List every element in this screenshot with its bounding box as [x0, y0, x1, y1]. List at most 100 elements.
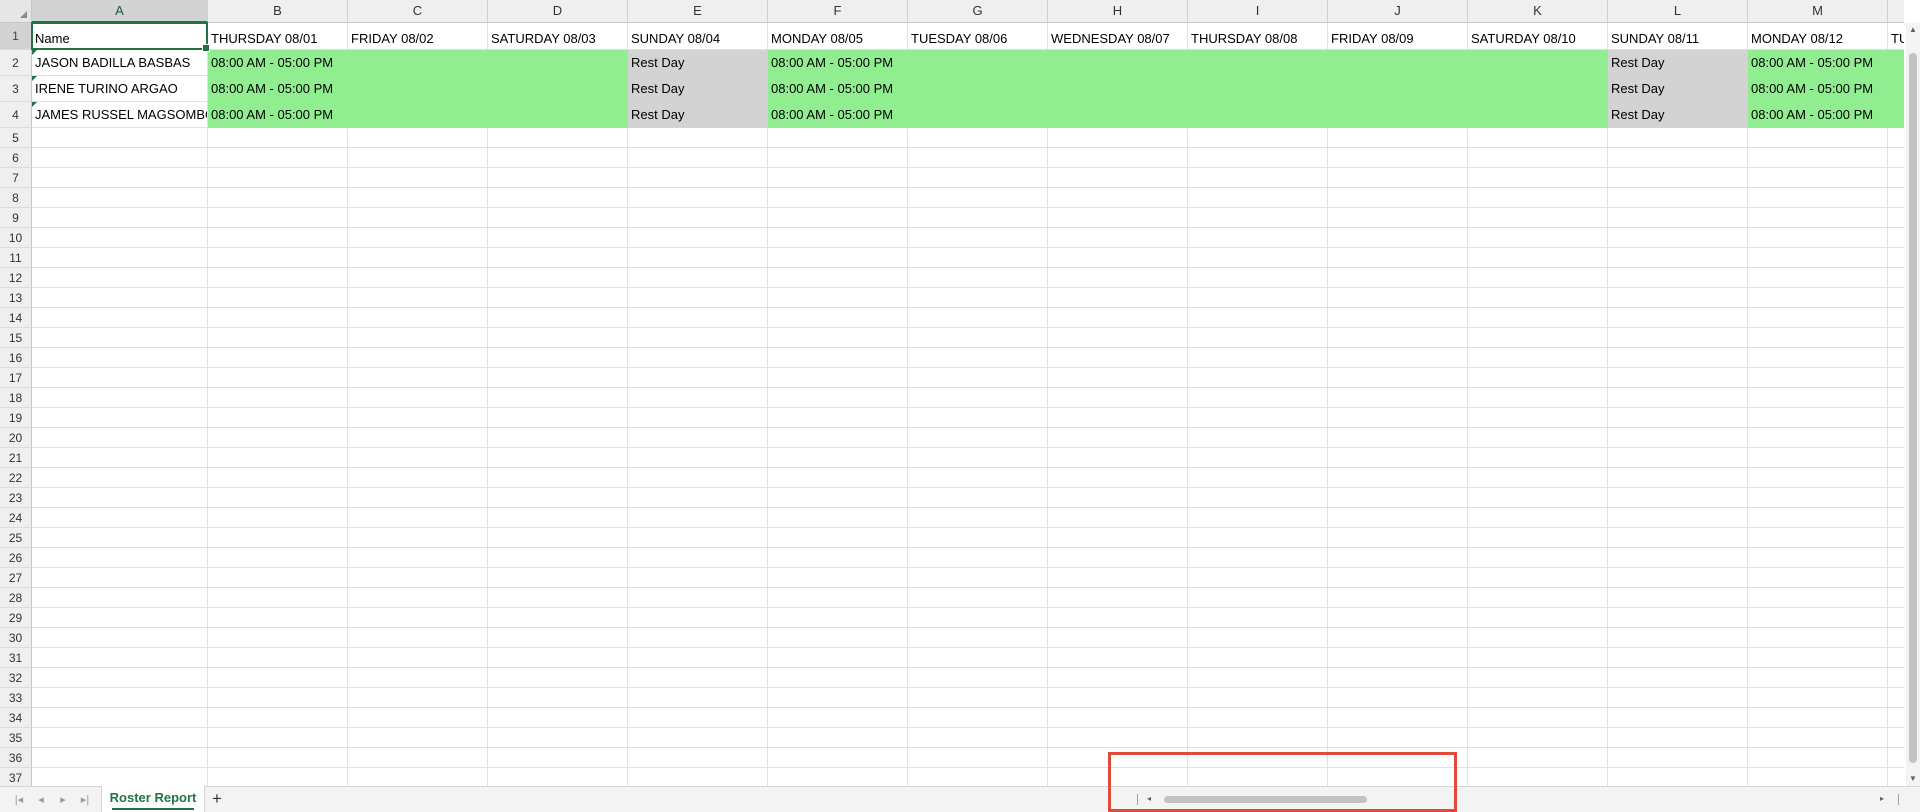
shift-cell[interactable]: 08:00 AM - 05:00 PM [768, 76, 908, 102]
empty-cell[interactable] [488, 368, 628, 388]
empty-cell[interactable] [1188, 528, 1328, 548]
shift-cell[interactable] [1468, 102, 1608, 128]
shift-cell[interactable]: 08:00 AM - 05:00 PM [1748, 50, 1888, 76]
row-header-9[interactable]: 9 [0, 208, 32, 228]
empty-cell[interactable] [1188, 728, 1328, 748]
empty-cell[interactable] [1608, 148, 1748, 168]
empty-cell[interactable] [1468, 668, 1608, 688]
empty-cell[interactable] [208, 368, 348, 388]
scroll-right-icon[interactable]: ▸ [1880, 792, 1884, 806]
empty-cell[interactable] [1608, 208, 1748, 228]
header-day-cell[interactable]: MONDAY 08/12 [1748, 23, 1888, 50]
empty-cell[interactable] [1328, 648, 1468, 668]
empty-cell[interactable] [32, 448, 208, 468]
empty-cell[interactable] [1888, 328, 1904, 348]
empty-cell[interactable] [768, 528, 908, 548]
empty-cell[interactable] [908, 148, 1048, 168]
empty-cell[interactable] [488, 468, 628, 488]
shift-cell[interactable] [1328, 50, 1468, 76]
empty-cell[interactable] [1328, 248, 1468, 268]
scroll-down-icon[interactable]: ▼ [1906, 772, 1920, 786]
empty-cell[interactable] [1888, 608, 1904, 628]
empty-cell[interactable] [1748, 448, 1888, 468]
empty-cell[interactable] [628, 588, 768, 608]
empty-cell[interactable] [1188, 128, 1328, 148]
empty-cell[interactable] [32, 288, 208, 308]
empty-cell[interactable] [208, 308, 348, 328]
empty-cell[interactable] [908, 288, 1048, 308]
empty-cell[interactable] [32, 708, 208, 728]
empty-cell[interactable] [32, 408, 208, 428]
empty-cell[interactable] [1048, 188, 1188, 208]
empty-cell[interactable] [1328, 188, 1468, 208]
empty-cell[interactable] [208, 728, 348, 748]
empty-cell[interactable] [908, 568, 1048, 588]
empty-cell[interactable] [628, 728, 768, 748]
empty-cell[interactable] [488, 648, 628, 668]
empty-cell[interactable] [1468, 328, 1608, 348]
empty-cell[interactable] [348, 708, 488, 728]
empty-cell[interactable] [768, 208, 908, 228]
empty-cell[interactable] [32, 308, 208, 328]
row-header-31[interactable]: 31 [0, 648, 32, 668]
empty-cell[interactable] [488, 728, 628, 748]
empty-cell[interactable] [348, 228, 488, 248]
row-header-21[interactable]: 21 [0, 448, 32, 468]
shift-cell[interactable] [908, 50, 1048, 76]
empty-cell[interactable] [628, 668, 768, 688]
empty-cell[interactable] [1188, 408, 1328, 428]
row-header-22[interactable]: 22 [0, 468, 32, 488]
empty-cell[interactable] [348, 448, 488, 468]
row-header-19[interactable]: 19 [0, 408, 32, 428]
empty-cell[interactable] [908, 668, 1048, 688]
rest-day-cell[interactable]: Rest Day [628, 76, 768, 102]
empty-cell[interactable] [628, 328, 768, 348]
empty-cell[interactable] [768, 248, 908, 268]
empty-cell[interactable] [1468, 288, 1608, 308]
empty-cell[interactable] [1608, 228, 1748, 248]
row-header-33[interactable]: 33 [0, 688, 32, 708]
empty-cell[interactable] [1748, 708, 1888, 728]
empty-cell[interactable] [32, 608, 208, 628]
empty-cell[interactable] [1328, 148, 1468, 168]
row-header-5[interactable]: 5 [0, 128, 32, 148]
empty-cell[interactable] [1468, 168, 1608, 188]
empty-cell[interactable] [208, 388, 348, 408]
empty-cell[interactable] [208, 488, 348, 508]
empty-cell[interactable] [1748, 248, 1888, 268]
empty-cell[interactable] [348, 128, 488, 148]
rest-day-cell[interactable]: Rest Day [1608, 102, 1748, 128]
row-header-28[interactable]: 28 [0, 588, 32, 608]
empty-cell[interactable] [1608, 528, 1748, 548]
column-header-e[interactable]: E [628, 0, 768, 23]
empty-cell[interactable] [1468, 588, 1608, 608]
empty-cell[interactable] [768, 228, 908, 248]
empty-cell[interactable] [908, 188, 1048, 208]
empty-cell[interactable] [1188, 768, 1328, 786]
empty-cell[interactable] [32, 548, 208, 568]
empty-cell[interactable] [628, 368, 768, 388]
empty-cell[interactable] [1188, 588, 1328, 608]
empty-cell[interactable] [1888, 548, 1904, 568]
empty-cell[interactable] [1328, 728, 1468, 748]
empty-cell[interactable] [768, 648, 908, 668]
empty-cell[interactable] [208, 568, 348, 588]
empty-cell[interactable] [208, 288, 348, 308]
empty-cell[interactable] [1888, 208, 1904, 228]
shift-cell[interactable] [908, 76, 1048, 102]
empty-cell[interactable] [208, 648, 348, 668]
empty-cell[interactable] [488, 348, 628, 368]
empty-cell[interactable] [768, 428, 908, 448]
empty-cell[interactable] [628, 508, 768, 528]
empty-cell[interactable] [1888, 168, 1904, 188]
shift-cell[interactable] [1328, 102, 1468, 128]
empty-cell[interactable] [768, 468, 908, 488]
empty-cell[interactable] [1608, 168, 1748, 188]
empty-cell[interactable] [1188, 428, 1328, 448]
empty-cell[interactable] [1188, 568, 1328, 588]
empty-cell[interactable] [1748, 128, 1888, 148]
empty-cell[interactable] [908, 728, 1048, 748]
empty-cell[interactable] [628, 448, 768, 468]
empty-cell[interactable] [348, 768, 488, 786]
empty-cell[interactable] [1048, 528, 1188, 548]
